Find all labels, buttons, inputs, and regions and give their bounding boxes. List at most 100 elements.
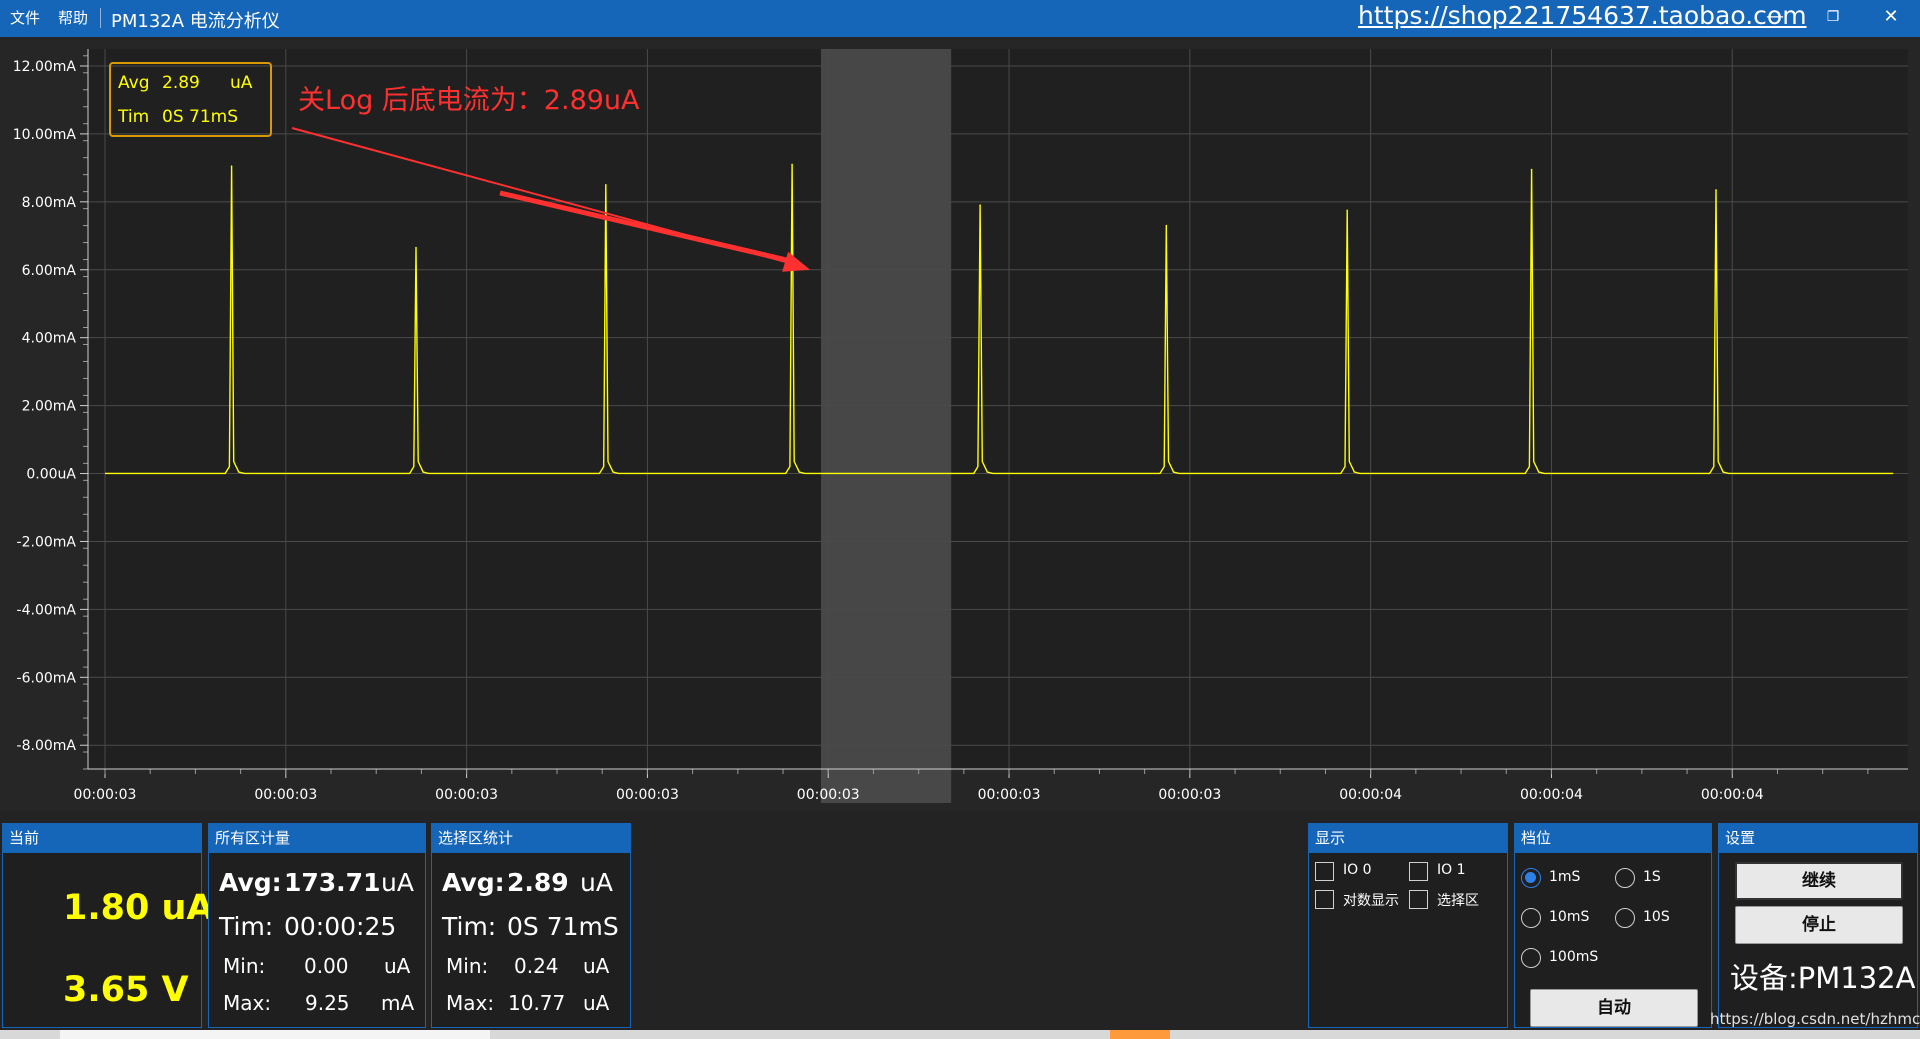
peak-point <box>605 184 607 186</box>
range-10s-radio[interactable] <box>1615 908 1635 928</box>
y-tick-label: 12.00mA <box>13 59 77 75</box>
panel-selection-stats: 选择区统计 Avg: 2.89 uA Tim: 0S 71mS Min: 0.2… <box>431 823 631 1028</box>
panel-display: 显示 IO 0 IO 1 对数显示 选择区 <box>1308 823 1508 1028</box>
all-min-label: Min: <box>223 954 266 978</box>
annotation-text: 关Log 后底电流为：2.89uA <box>298 85 640 116</box>
restore-icon[interactable]: ❐ <box>1818 9 1848 25</box>
all-min-unit: uA <box>384 954 411 978</box>
selection-area-checkbox[interactable] <box>1409 890 1428 909</box>
auto-button[interactable]: 自动 <box>1530 989 1698 1027</box>
all-max-label: Max: <box>223 991 272 1015</box>
all-tim-value: 00:00:25 <box>284 912 397 941</box>
x-tick-label: 00:00:03 <box>435 787 498 803</box>
all-avg-label: Avg: <box>219 868 282 897</box>
range-10ms-radio[interactable] <box>1521 908 1541 928</box>
menu-divider <box>100 8 101 28</box>
range-10s-label: 10S <box>1643 909 1670 925</box>
y-tick-label: 6.00mA <box>22 263 77 279</box>
bottom-panel-area: 当前 1.80 uA 3.65 V 所有区计量 Avg: 173.71 uA T… <box>0 810 1920 1039</box>
app-title: PM132A 电流分析仪 <box>111 11 280 32</box>
x-tick-label: 00:00:03 <box>797 787 860 803</box>
y-tick-label: 2.00mA <box>22 399 77 415</box>
shop-link[interactable]: https://shop221754637.taobao.com <box>1358 1 1807 30</box>
x-tick-label: 00:00:03 <box>74 787 137 803</box>
panel-current-header: 当前 <box>3 824 201 853</box>
y-tick-label: -6.00mA <box>17 670 77 686</box>
all-min-value: 0.00 <box>304 954 349 978</box>
y-tick-label: 0.00uA <box>26 467 76 483</box>
title-bar: 文件 帮助 PM132A 电流分析仪 https://shop221754637… <box>0 0 1920 37</box>
all-max-unit: mA <box>381 991 415 1015</box>
panel-range-header: 档位 <box>1515 824 1711 853</box>
io1-checkbox[interactable] <box>1409 862 1428 881</box>
stop-button[interactable]: 停止 <box>1735 906 1903 944</box>
sel-min-value: 0.24 <box>514 954 559 978</box>
voltage-reading: 3.65 V <box>63 970 189 1010</box>
y-tick-label: 8.00mA <box>22 195 77 211</box>
tooltip-avg-unit: uA <box>230 73 253 93</box>
y-tick-label: 4.00mA <box>22 331 77 347</box>
sel-tim-value: 0S 71mS <box>507 912 619 941</box>
io1-label: IO 1 <box>1437 862 1466 878</box>
sel-avg-value: 2.89 <box>507 868 569 897</box>
x-tick-label: 00:00:03 <box>616 787 679 803</box>
scrollbar-thumb[interactable] <box>60 1030 490 1039</box>
x-tick-label: 00:00:04 <box>1520 787 1583 803</box>
y-tick-label: -8.00mA <box>17 738 77 754</box>
scrollbar-marker <box>1110 1030 1170 1039</box>
sel-min-unit: uA <box>583 954 610 978</box>
current-reading: 1.80 uA <box>63 888 214 928</box>
plot-area <box>88 49 1908 769</box>
sel-min-label: Min: <box>446 954 489 978</box>
sel-tim-label: Tim: <box>442 912 497 941</box>
range-10ms-label: 10mS <box>1549 909 1590 925</box>
y-tick-label: -4.00mA <box>17 602 77 618</box>
x-tick-label: 00:00:04 <box>1701 787 1764 803</box>
peak-point <box>1165 224 1168 227</box>
tooltip-avg-label: Avg <box>118 73 150 93</box>
range-1ms-radio[interactable] <box>1521 868 1541 888</box>
all-max-value: 9.25 <box>305 991 350 1015</box>
sel-max-unit: uA <box>583 991 610 1015</box>
close-icon[interactable]: ✕ <box>1876 6 1906 27</box>
selection-area-label: 选择区 <box>1437 893 1479 909</box>
panel-settings: 设置 继续 停止 设备:PM132A <box>1718 823 1918 1028</box>
peak-point <box>1530 168 1533 171</box>
horizontal-scrollbar[interactable] <box>0 1030 1920 1039</box>
io0-label: IO 0 <box>1343 862 1372 878</box>
sel-avg-unit: uA <box>580 868 613 897</box>
panel-range: 档位 1mS 1S 10mS 10S 100mS 自动 <box>1514 823 1712 1028</box>
all-avg-unit: uA <box>381 868 414 897</box>
peak-point <box>1715 189 1717 191</box>
selection-region <box>821 49 952 803</box>
y-tick-label: 10.00mA <box>13 127 77 143</box>
continue-button[interactable]: 继续 <box>1735 862 1903 900</box>
log-display-label: 对数显示 <box>1343 893 1399 909</box>
minimize-icon[interactable]: — <box>1760 6 1790 27</box>
range-1s-radio[interactable] <box>1615 868 1635 888</box>
range-1s-label: 1S <box>1643 869 1661 885</box>
panel-current: 当前 1.80 uA 3.65 V <box>2 823 214 1028</box>
tooltip-tim-value: 0S 71mS <box>162 107 238 127</box>
peak-point <box>979 204 981 207</box>
menu-file[interactable]: 文件 <box>10 7 40 28</box>
log-display-checkbox[interactable] <box>1315 890 1334 909</box>
tooltip-avg-value: 2.89 <box>162 73 200 93</box>
panel-all-stats: 所有区计量 Avg: 173.71 uA Tim: 00:00:25 Min: … <box>208 823 426 1028</box>
device-label: 设备:PM132A <box>1730 961 1916 995</box>
menu-help[interactable]: 帮助 <box>58 7 88 28</box>
y-tick-label: -2.00mA <box>17 534 77 550</box>
all-tim-label: Tim: <box>219 912 274 941</box>
panel-settings-header: 设置 <box>1719 824 1917 853</box>
watermark-text: https://blog.csdn.net/hzhmcu <box>1710 1010 1920 1028</box>
panel-display-header: 显示 <box>1309 824 1507 853</box>
range-100ms-radio[interactable] <box>1521 948 1541 968</box>
range-1ms-label: 1mS <box>1549 869 1581 885</box>
current-chart[interactable]: 12.00mA 10.00mA 8.00mA 6.00mA 4.00mA 2.00mA 0.… <box>0 37 1920 810</box>
all-avg-value: 173.71 <box>284 868 381 897</box>
sel-max-label: Max: <box>446 991 495 1015</box>
x-tick-label: 00:00:03 <box>978 787 1041 803</box>
io0-checkbox[interactable] <box>1315 862 1334 881</box>
peak-point <box>791 163 793 166</box>
peak-point <box>230 165 233 167</box>
